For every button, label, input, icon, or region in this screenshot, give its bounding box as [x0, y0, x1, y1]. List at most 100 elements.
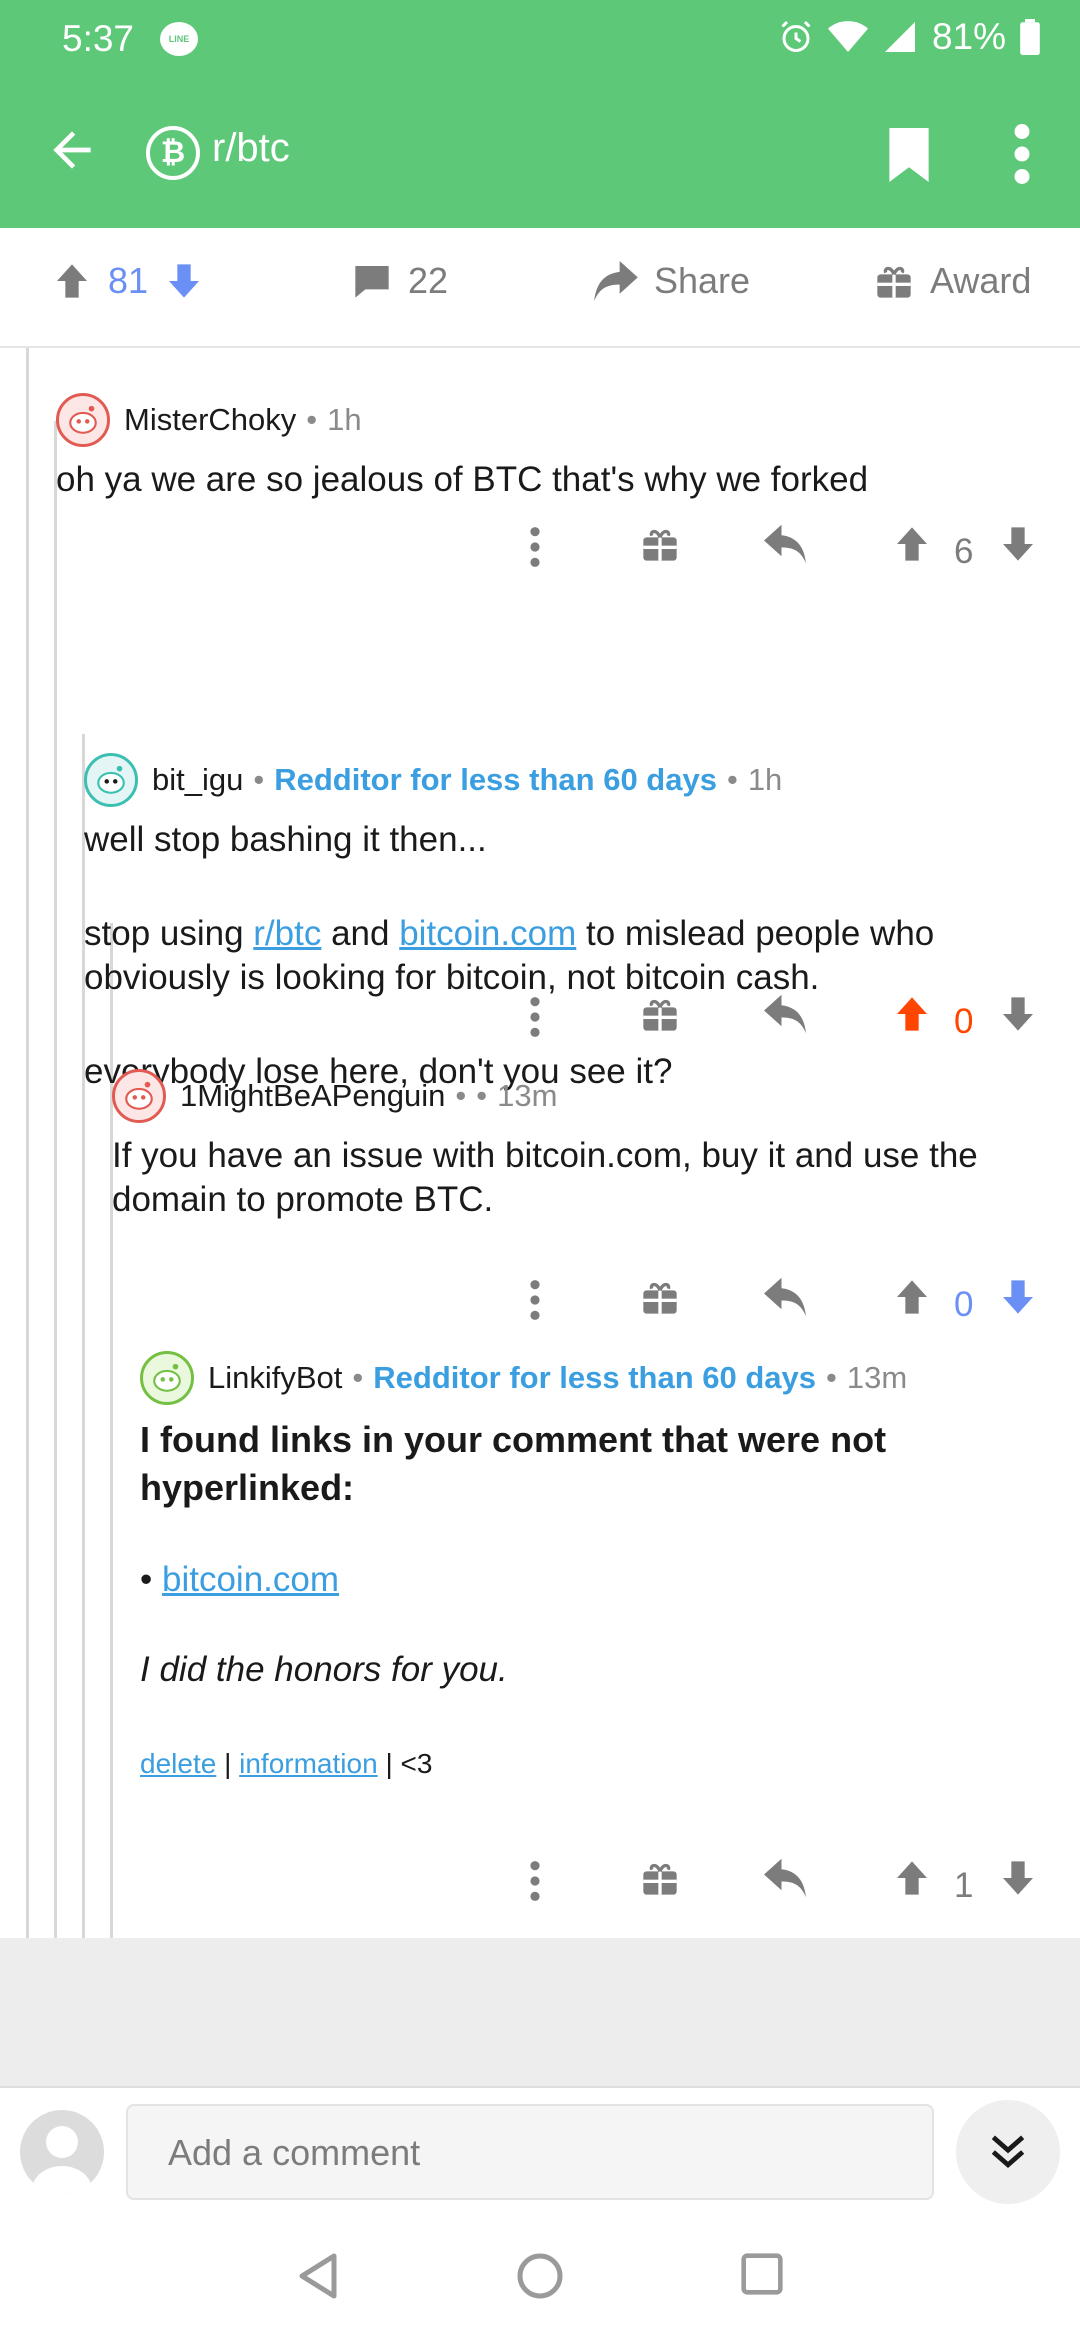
- nav-back-icon[interactable]: [296, 2252, 340, 2300]
- downvote-arrow-icon[interactable]: [998, 994, 1038, 1034]
- downvote-arrow-icon[interactable]: [998, 1277, 1038, 1317]
- thread-end-spacer: [0, 1938, 1080, 2086]
- upvote-arrow-icon[interactable]: [52, 261, 92, 301]
- double-chevron-down-icon: [991, 2135, 1025, 2169]
- information-link[interactable]: information: [239, 1748, 378, 1779]
- subreddit-link[interactable]: r/btc: [253, 914, 321, 953]
- award-button[interactable]: Award: [874, 260, 1031, 302]
- share-arrow-icon: [594, 261, 638, 301]
- comment-age: 13m: [497, 1078, 558, 1113]
- post-comment-count: 22: [408, 260, 449, 301]
- bot-note: I did the honors for you.: [140, 1650, 508, 1689]
- thread-rail: [54, 421, 57, 1938]
- post-action-bar: 81 22 Share Award: [0, 228, 1080, 348]
- comment-body: If you have an issue with bitcoin.com, b…: [112, 1136, 978, 1219]
- subreddit-title[interactable]: r/btc: [212, 126, 290, 171]
- user-silhouette-icon: [32, 2126, 92, 2194]
- back-arrow-icon[interactable]: [44, 122, 100, 178]
- reply-icon[interactable]: [764, 1277, 806, 1317]
- comment-score: 0: [954, 1002, 974, 1041]
- gift-icon[interactable]: [640, 524, 680, 564]
- status-time: 5:37: [62, 18, 135, 59]
- snoo-avatar-icon: [69, 405, 97, 434]
- reply-icon[interactable]: [764, 1858, 806, 1898]
- gift-icon: [877, 266, 911, 298]
- avatar[interactable]: [84, 753, 138, 807]
- signal-icon: [884, 22, 915, 52]
- avatar[interactable]: [56, 393, 110, 447]
- snoo-avatar-icon: [97, 765, 125, 794]
- comment-sep: •: [826, 1360, 837, 1395]
- comment-bubble-icon: [355, 266, 389, 298]
- comment-sep: •: [253, 762, 265, 797]
- text-span: stop using: [84, 914, 254, 953]
- reply-icon[interactable]: [764, 994, 806, 1034]
- gift-icon[interactable]: [640, 1858, 680, 1898]
- line-app-icon: LINE: [160, 22, 198, 56]
- comment: MisterChoky • 1h oh ya we are so jealous…: [56, 392, 1046, 502]
- upvote-arrow-icon[interactable]: [892, 994, 932, 1034]
- comment: LinkifyBot • Redditor for less than 60 d…: [140, 1350, 1060, 1786]
- nav-recents-icon[interactable]: [740, 2252, 784, 2296]
- more-vertical-icon[interactable]: [526, 1858, 544, 1904]
- award-label: Award: [930, 260, 1032, 301]
- site-link[interactable]: bitcoin.com: [162, 1560, 339, 1599]
- gift-icon[interactable]: [640, 994, 680, 1034]
- comment-age: 13m: [846, 1360, 908, 1395]
- post-vote-group: 81: [52, 260, 204, 302]
- nav-home-icon[interactable]: [516, 2252, 564, 2300]
- snoo-avatar-icon: [153, 1363, 181, 1392]
- share-button[interactable]: Share: [594, 260, 750, 302]
- comment-sep: •: [476, 1078, 488, 1113]
- jump-down-button[interactable]: [956, 2100, 1060, 2204]
- comment-sep: •: [306, 402, 318, 437]
- comment-author[interactable]: 1MightBeAPenguin: [180, 1078, 445, 1114]
- text-span: and: [321, 914, 400, 953]
- bot-heading: I found links in your comment that were …: [140, 1419, 887, 1508]
- top-bar: 5:37 LINE 81% ₿ r/btc: [0, 0, 1080, 228]
- post-score: 81: [108, 260, 149, 301]
- comment-actions: 0: [0, 994, 1080, 1054]
- bookmark-icon[interactable]: [886, 128, 932, 182]
- comment-age: 1h: [747, 762, 783, 797]
- comment-body: I found links in your comment that were …: [140, 1416, 1060, 1786]
- bot-link-item: • bitcoin.com: [140, 1558, 1060, 1602]
- more-vertical-icon[interactable]: [526, 524, 544, 570]
- comment-author[interactable]: LinkifyBot: [208, 1360, 342, 1396]
- wifi-icon: [827, 21, 868, 52]
- delete-link[interactable]: delete: [140, 1748, 216, 1779]
- avatar[interactable]: [140, 1351, 194, 1405]
- user-avatar[interactable]: [20, 2110, 104, 2194]
- more-vertical-icon[interactable]: [526, 994, 544, 1040]
- comments-thread: MisterChoky • 1h oh ya we are so jealous…: [0, 348, 1080, 1938]
- comment-score: 6: [954, 532, 974, 571]
- downvote-arrow-icon[interactable]: [998, 524, 1038, 564]
- user-flair: Redditor for less than 60 days: [373, 1360, 816, 1395]
- upvote-arrow-icon[interactable]: [892, 524, 932, 564]
- site-link[interactable]: bitcoin.com: [399, 914, 576, 953]
- downvote-arrow-icon[interactable]: [164, 261, 204, 301]
- gift-icon[interactable]: [640, 1277, 680, 1317]
- more-vertical-icon[interactable]: [1004, 124, 1040, 184]
- snoo-avatar-icon: [125, 1081, 153, 1110]
- avatar[interactable]: [112, 1069, 166, 1123]
- status-bar: 5:37 LINE 81%: [0, 0, 1080, 78]
- more-vertical-icon[interactable]: [526, 1277, 544, 1323]
- comment-body: oh ya we are so jealous of BTC that's wh…: [56, 460, 869, 499]
- post-comments-button[interactable]: 22: [352, 260, 448, 302]
- reply-icon[interactable]: [764, 524, 806, 564]
- share-label: Share: [654, 260, 751, 301]
- comment-actions: 6: [0, 524, 1080, 584]
- comment-actions: 0: [0, 1277, 1080, 1337]
- user-flair: Redditor for less than 60 days: [274, 762, 717, 797]
- bitcoin-icon: ₿: [146, 126, 200, 180]
- upvote-arrow-icon[interactable]: [892, 1277, 932, 1317]
- add-comment-input[interactable]: Add a comment: [126, 2104, 934, 2200]
- bullet: •: [140, 1560, 153, 1599]
- comment-paragraph: stop using r/btc and bitcoin.com to misl…: [84, 912, 1064, 1000]
- comment-author[interactable]: MisterChoky: [124, 402, 296, 438]
- comment-author[interactable]: bit_igu: [152, 762, 243, 798]
- upvote-arrow-icon[interactable]: [892, 1858, 932, 1898]
- downvote-arrow-icon[interactable]: [998, 1858, 1038, 1898]
- comment-sep: •: [455, 1078, 467, 1113]
